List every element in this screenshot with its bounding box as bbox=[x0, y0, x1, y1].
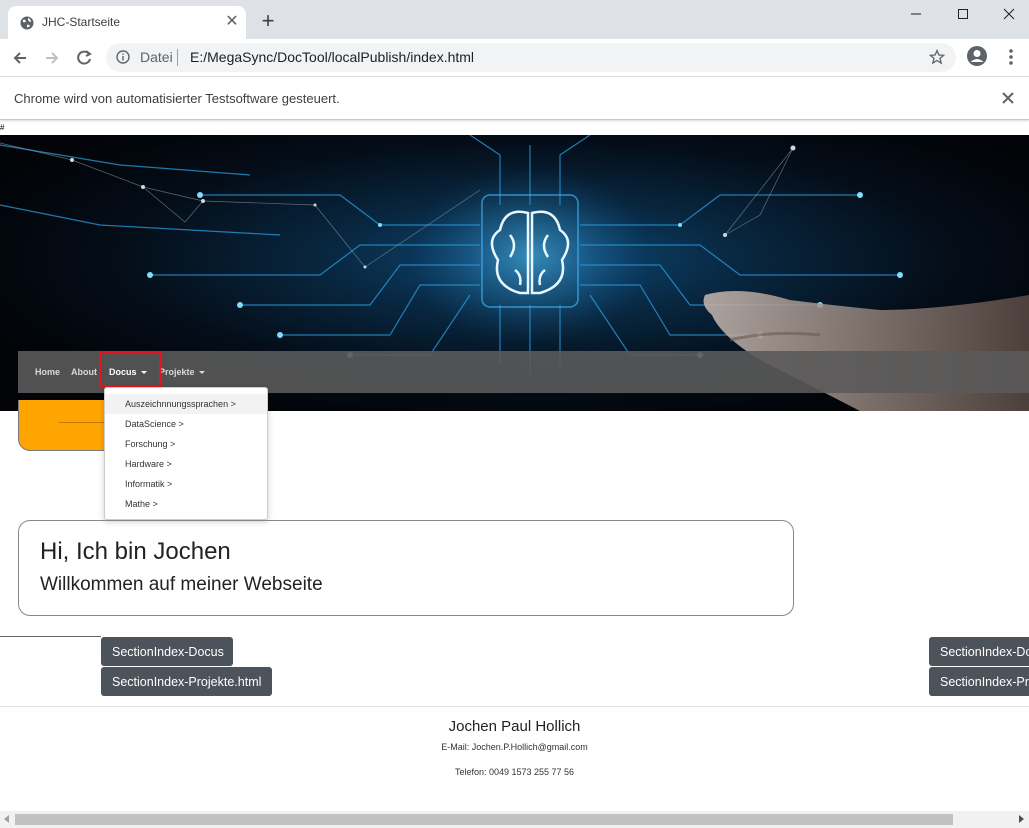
globe-icon bbox=[20, 16, 34, 30]
intro-subtitle: Willkommen auf meiner Webseite bbox=[40, 574, 323, 595]
horizontal-scrollbar[interactable] bbox=[0, 811, 1029, 828]
footer-name: Jochen Paul Hollich bbox=[448, 718, 581, 735]
footer-phone: Telefon: 0049 1573 255 77 56 bbox=[454, 767, 575, 777]
back-icon[interactable] bbox=[9, 47, 31, 69]
address-bar[interactable]: Datei E:/MegaSync/DocTool/localPublish/i… bbox=[106, 43, 956, 72]
info-icon[interactable] bbox=[116, 50, 130, 64]
nav-projekte-label: Projekte bbox=[159, 367, 195, 377]
scroll-right-icon[interactable] bbox=[1019, 815, 1024, 823]
infobar-close-icon[interactable] bbox=[1000, 90, 1016, 106]
dropdown-item-label: Forschung > bbox=[125, 439, 176, 449]
minimize-icon[interactable] bbox=[906, 4, 926, 24]
address-scheme-label: Datei bbox=[140, 49, 173, 65]
button-label: SectionIndex-Projekte.html bbox=[940, 675, 1029, 689]
highlight-box bbox=[99, 351, 161, 387]
forward-icon[interactable] bbox=[41, 47, 63, 69]
button-label: SectionIndex-Docus bbox=[940, 645, 1029, 659]
section-index-docus-button[interactable]: SectionIndex-Docus bbox=[101, 637, 233, 666]
nav-home[interactable]: Home bbox=[35, 367, 60, 377]
dropdown-item-label: Hardware > bbox=[125, 459, 172, 469]
menu-kebab-icon[interactable] bbox=[1006, 47, 1016, 67]
dropdown-item-mathe[interactable]: Mathe > bbox=[105, 494, 267, 514]
section-index-projekte-button[interactable]: SectionIndex-Projekte.html bbox=[101, 667, 272, 696]
dropdown-item-auszeichnungssprachen[interactable]: Auszeichnnungssprachen > bbox=[105, 394, 267, 414]
tab-title: JHC-Startseite bbox=[42, 15, 121, 29]
new-tab-icon[interactable]: + bbox=[258, 10, 278, 32]
dropdown-item-forschung[interactable]: Forschung > bbox=[105, 434, 267, 454]
dropdown-item-informatik[interactable]: Informatik > bbox=[105, 474, 267, 494]
close-tab-icon[interactable]: ✕ bbox=[222, 12, 242, 32]
bookmark-star-icon[interactable] bbox=[929, 49, 945, 65]
footer-email: E-Mail: Jochen.P.Hollich@gmail.com bbox=[441, 742, 588, 752]
section-index-projekte-button-right[interactable]: SectionIndex-Projekte.html bbox=[929, 667, 1029, 696]
browser-toolbar: Datei E:/MegaSync/DocTool/localPublish/i… bbox=[0, 39, 1029, 77]
footer-divider bbox=[0, 706, 1029, 707]
anchor-hash-text: # bbox=[0, 123, 5, 132]
nav-projekte[interactable]: Projekte bbox=[159, 367, 205, 377]
address-url[interactable]: E:/MegaSync/DocTool/localPublish/index.h… bbox=[190, 49, 474, 65]
window-close-icon[interactable] bbox=[999, 4, 1019, 24]
dropdown-item-label: Informatik > bbox=[125, 479, 173, 489]
intro-card: Hi, Ich bin Jochen Willkommen auf meiner… bbox=[18, 520, 794, 616]
browser-tab[interactable]: JHC-Startseite ✕ bbox=[8, 6, 246, 39]
reload-icon[interactable] bbox=[73, 47, 95, 69]
dropdown-item-label: Auszeichnnungssprachen > bbox=[125, 399, 236, 409]
section-index-docus-button-right[interactable]: SectionIndex-Docus bbox=[929, 637, 1029, 666]
tab-strip: JHC-Startseite ✕ + bbox=[0, 0, 1029, 39]
automation-infobar: Chrome wird von automatisierter Testsoft… bbox=[0, 77, 1029, 120]
button-label: SectionIndex-Projekte.html bbox=[112, 675, 262, 689]
button-label: SectionIndex-Docus bbox=[112, 645, 224, 659]
address-divider bbox=[177, 49, 178, 66]
docus-dropdown-menu: Auszeichnnungssprachen > DataScience > F… bbox=[104, 387, 268, 520]
infobar-text: Chrome wird von automatisierter Testsoft… bbox=[14, 91, 340, 106]
dropdown-item-hardware[interactable]: Hardware > bbox=[105, 454, 267, 474]
maximize-icon[interactable] bbox=[953, 4, 973, 24]
dropdown-item-datascience[interactable]: DataScience > bbox=[105, 414, 267, 434]
caret-down-icon bbox=[198, 371, 205, 375]
dropdown-item-label: DataScience > bbox=[125, 419, 184, 429]
scrollbar-thumb[interactable] bbox=[15, 814, 953, 825]
dropdown-item-label: Mathe > bbox=[125, 499, 158, 509]
nav-about[interactable]: About bbox=[71, 367, 97, 377]
divider bbox=[0, 636, 101, 637]
intro-title: Hi, Ich bin Jochen bbox=[40, 538, 231, 565]
profile-avatar-icon[interactable] bbox=[966, 45, 988, 67]
scroll-left-icon[interactable] bbox=[4, 815, 9, 823]
